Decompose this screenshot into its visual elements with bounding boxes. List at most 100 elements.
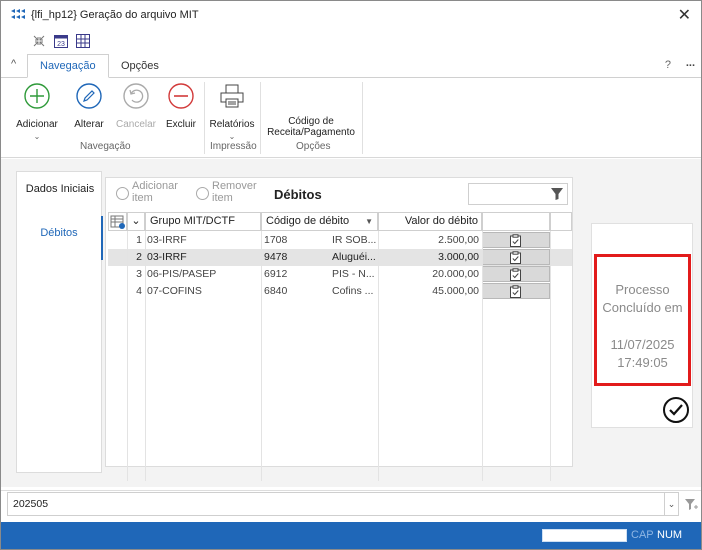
process-status-box: Processo Concluído em 11/07/2025 17:49:0… [594,254,691,386]
row-number: 1 [136,234,142,246]
chevron-down-icon: ⌄ [33,132,41,141]
nav-dados-iniciais[interactable]: Dados Iniciais [17,172,103,216]
grid-line [482,231,483,481]
remove-item-label-1: Remover [212,180,257,192]
remove-item-button[interactable]: Remover item [194,180,270,208]
more-options-icon[interactable]: ... [686,57,695,69]
cancel-button[interactable]: Cancelar [113,82,159,130]
ribbon: Adicionar ⌄ Alterar Cancelar Excluir Nav… [1,78,701,158]
cell-descricao: PIS - N... [332,268,375,280]
group-impressao-label: Impressão [210,141,257,152]
table-row[interactable]: 2 03-IRRF 9478 Aluguéi... 3.000,00 [108,249,572,266]
nav-debitos[interactable]: Débitos [17,216,103,260]
table-row[interactable]: 3 06-PIS/PASEP 6912 PIS - N... 20.000,00 [108,266,572,283]
column-header-action [482,212,550,231]
status-bar: CAP NUM [1,522,701,549]
group-navegacao-label: Navegação [80,141,131,152]
collapse-arrows-icon[interactable] [31,33,47,49]
title-bar: {lfi_hp12} Geração do arquivo MIT ✕ [1,1,701,29]
period-combo-value: 202505 [13,498,49,510]
tab-opcoes[interactable]: Opções [115,60,165,72]
help-icon[interactable]: ? [665,59,671,71]
row-action-button[interactable] [482,249,550,265]
add-icon [116,187,129,200]
calendar-icon[interactable]: 23 [53,33,69,49]
grid-line [261,231,262,481]
cell-grupo: 03-IRRF [147,251,187,263]
column-header-codigo-label: Código de débito [266,215,350,227]
grid-line [145,231,146,481]
cell-descricao: IR SOB... [332,234,377,246]
clipboard-check-icon [510,268,521,281]
check-circle-icon[interactable] [662,396,690,424]
cell-codigo: 6840 [264,285,288,297]
cell-codigo: 1708 [264,234,288,246]
add-item-label-1: Adicionar [132,180,178,192]
funnel-icon[interactable] [550,187,564,201]
table-grid-icon[interactable] [75,33,91,49]
content-area: Dados Iniciais Débitos Adicionar item Re… [1,159,701,487]
funnel-add-icon[interactable] [684,498,698,512]
cell-grupo: 03-IRRF [147,234,187,246]
column-header-valor[interactable]: Valor do débito [378,212,482,231]
quick-access-toolbar: 23 [31,33,91,51]
progress-bar [542,529,627,542]
row-number: 4 [136,285,142,297]
tab-navegacao[interactable]: Navegação [27,54,109,78]
collapse-ribbon-icon[interactable]: ^ [11,58,16,70]
revenue-code-button[interactable]: Código de Receita/Pagamento [263,116,359,138]
ribbon-tabs: ^ Navegação Opções ? ... [1,54,701,78]
row-action-button[interactable] [482,266,550,282]
dropdown-arrow-icon[interactable]: ▼ [365,213,373,230]
side-navigation: Dados Iniciais Débitos [16,171,103,473]
reports-button[interactable]: Relatórios ⌄ [207,82,257,141]
cell-descricao: Cofins ... [332,285,374,297]
add-item-button[interactable]: Adicionar item [114,180,190,208]
printer-icon [220,84,244,108]
undo-icon [123,83,149,109]
app-window: {lfi_hp12} Geração do arquivo MIT ✕ 23 ^… [0,0,702,550]
status-line-1: Processo [615,282,670,297]
row-number: 3 [136,268,142,280]
status-line-2: Concluído em [602,300,683,315]
add-circle-icon [24,83,50,109]
app-logo-icon [10,8,26,22]
num-lock-indicator: NUM [657,529,683,541]
clipboard-check-icon [510,234,521,247]
grid-line [550,231,551,481]
grid-line [127,231,128,481]
add-button[interactable]: Adicionar ⌄ [11,82,63,141]
panel-title: Débitos [274,187,322,202]
filter-input[interactable] [468,183,568,205]
table-row[interactable]: 4 07-COFINS 6840 Cofins ... 45.000,00 [108,283,572,300]
debitos-panel: Adicionar item Remover item Débitos ⌄ Gr… [105,177,573,481]
delete-button-label: Excluir [165,119,196,130]
row-number: 2 [136,251,142,263]
edit-button[interactable]: Alterar [69,82,109,130]
chevron-down-icon[interactable]: ⌄ [664,493,678,515]
reports-button-label: Relatórios [209,119,255,130]
row-action-button[interactable] [482,283,550,299]
row-action-button[interactable] [482,232,550,248]
column-header-codigo[interactable]: Código de débito ▼ [261,212,378,231]
sort-handle[interactable]: ⌄ [127,212,145,231]
group-opcoes-label: Opções [296,141,331,152]
delete-button[interactable]: Excluir [163,82,199,130]
table-row[interactable]: 1 03-IRRF 1708 IR SOB... 2.500,00 [108,232,572,249]
clipboard-check-icon [510,285,521,298]
status-time: 17:49:05 [617,355,668,370]
window-title: {lfi_hp12} Geração do arquivo MIT [31,9,199,21]
column-header-extra [550,212,572,231]
cancel-button-label: Cancelar [115,119,157,130]
grid-line [378,231,379,481]
group-divider [362,82,363,154]
grid-config-icon[interactable] [108,212,127,231]
cell-codigo: 9478 [264,251,288,263]
group-divider [260,82,261,154]
revenue-code-label-2: Receita/Pagamento [267,127,355,138]
period-combo[interactable]: 202505 ⌄ [7,492,679,516]
column-header-grupo[interactable]: Grupo MIT/DCTF [145,212,261,231]
cell-grupo: 06-PIS/PASEP [147,268,217,280]
close-icon[interactable]: ✕ [678,5,691,25]
edit-button-label: Alterar [74,119,104,130]
